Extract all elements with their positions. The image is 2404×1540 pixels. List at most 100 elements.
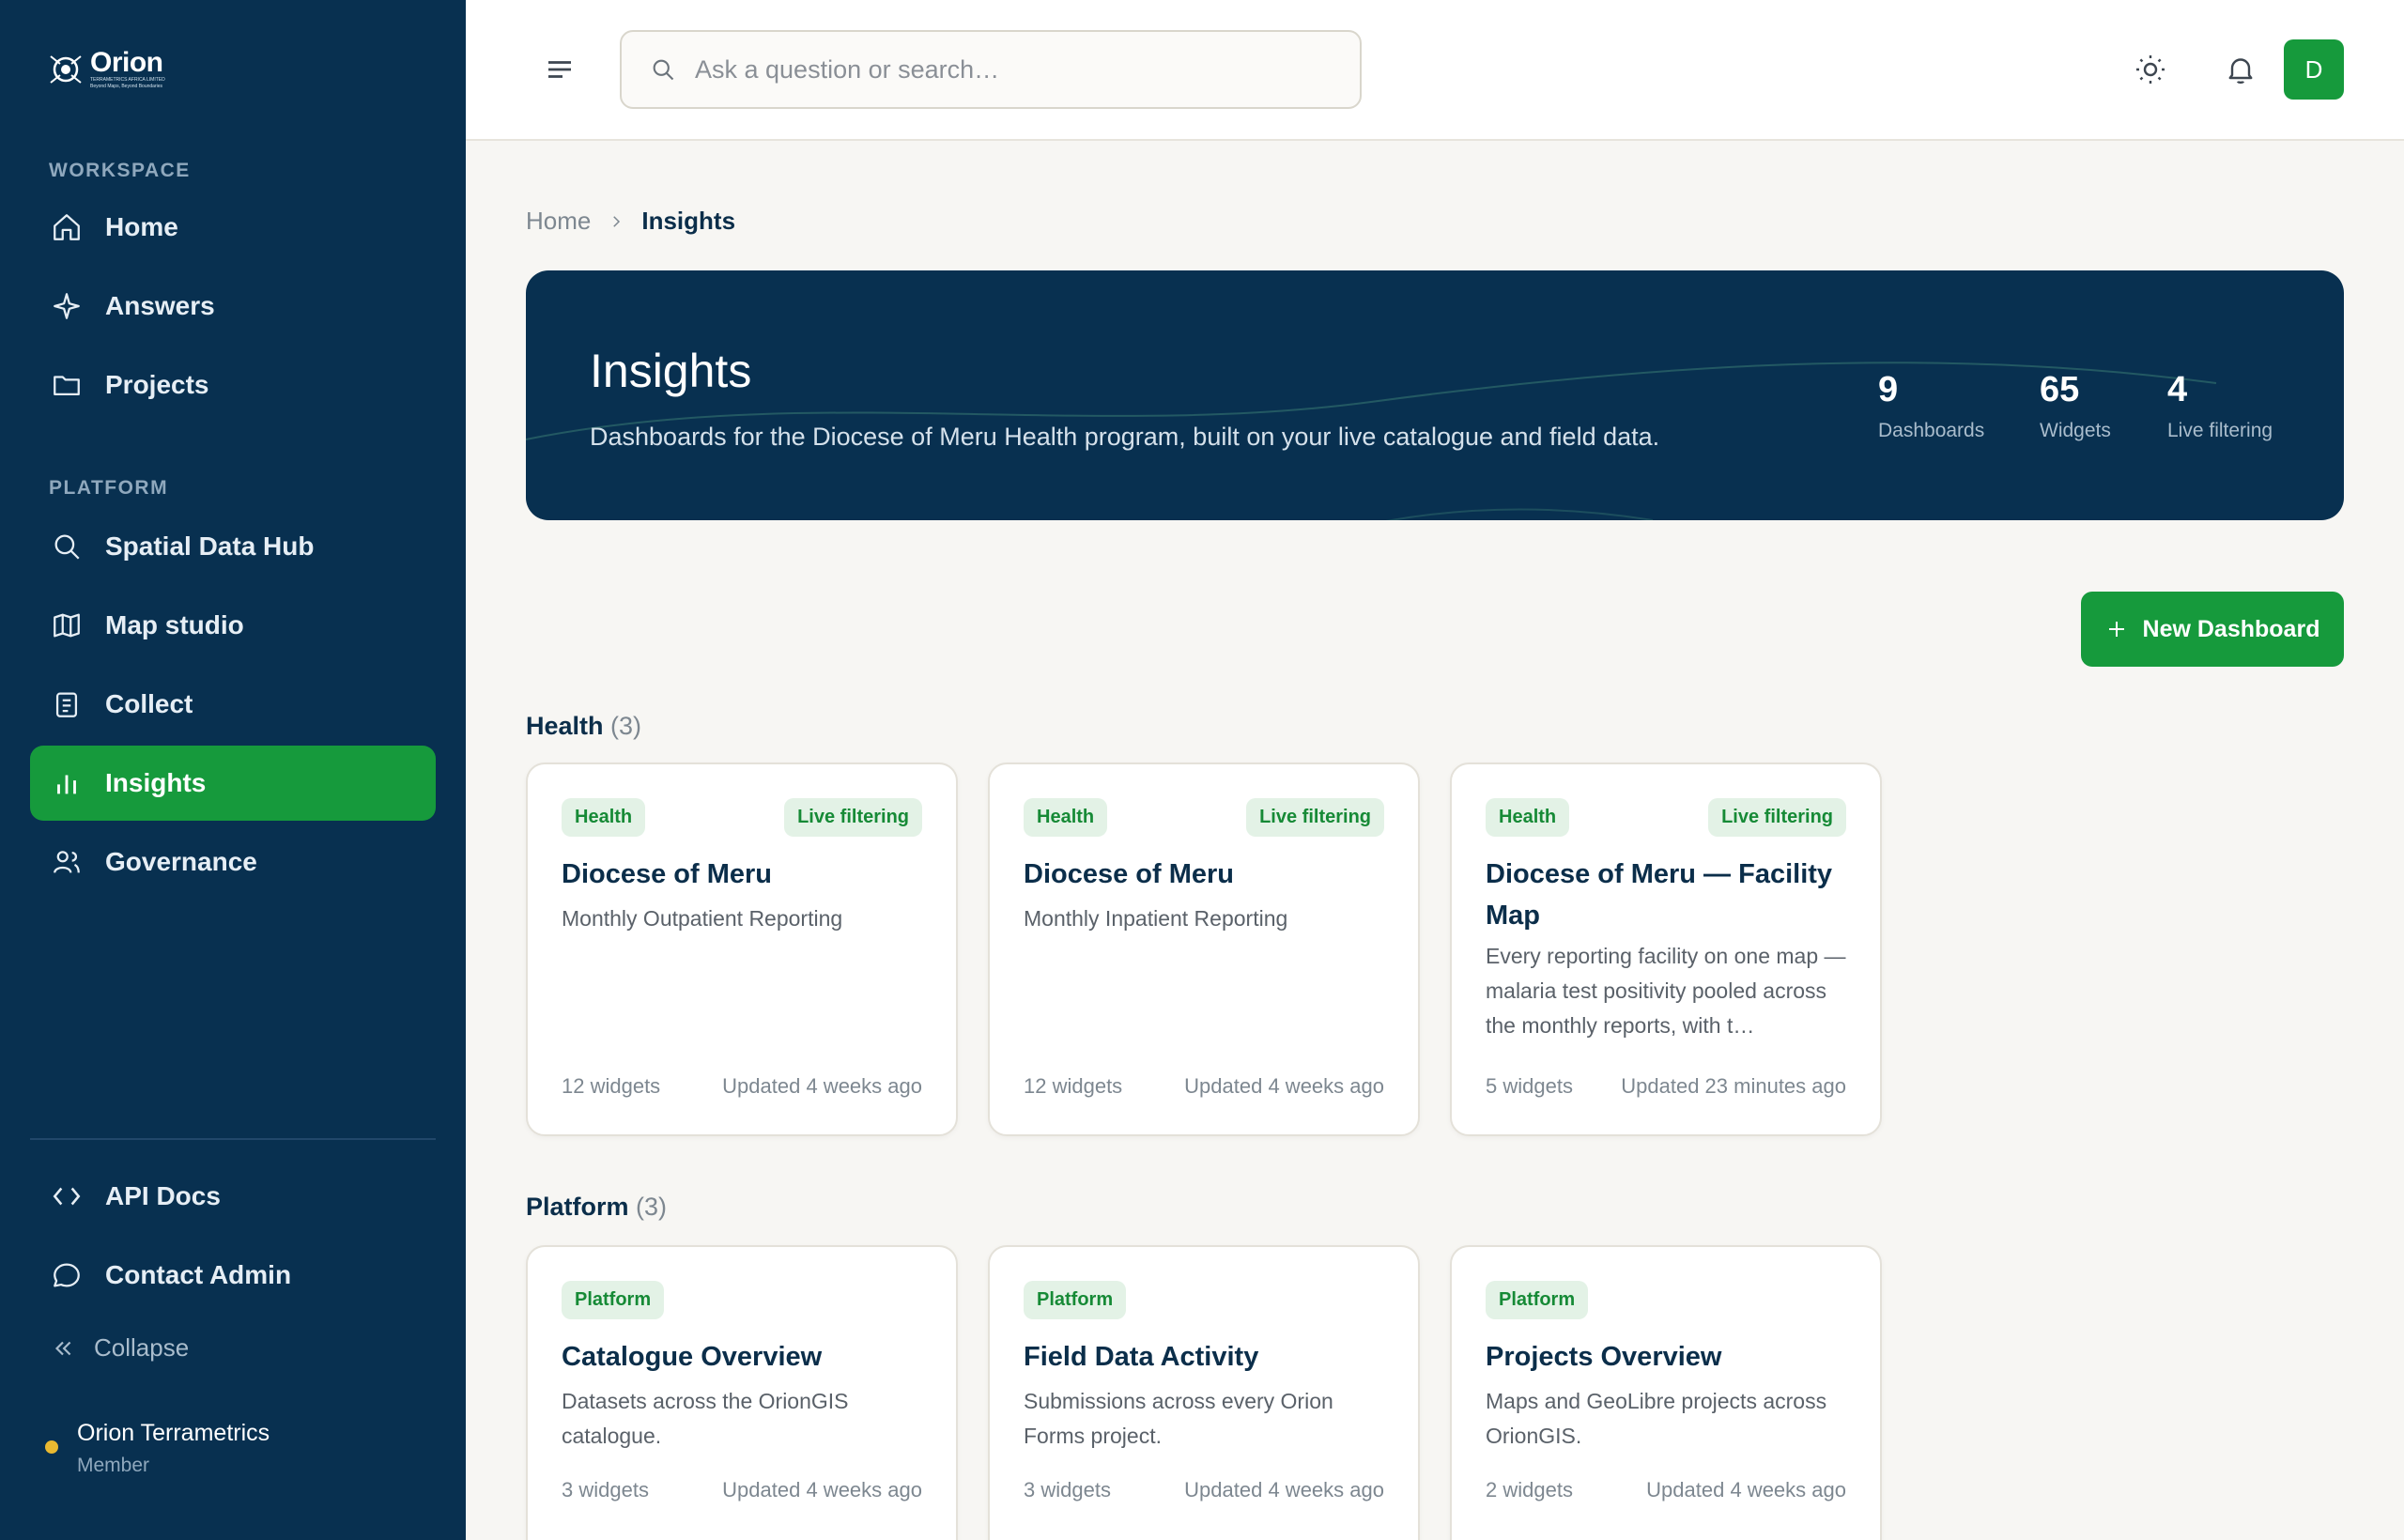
search-input[interactable]	[695, 54, 1296, 85]
sidebar-item-spatial-data-hub[interactable]: Spatial Data Hub	[30, 509, 436, 584]
widget-count: 3 widgets	[1024, 1478, 1111, 1502]
card-title: Projects Overview	[1486, 1342, 1722, 1372]
sidebar-item-home[interactable]: Home	[30, 190, 436, 265]
card-title: Field Data Activity	[1024, 1342, 1259, 1372]
updated-time: Updated 4 weeks ago	[1184, 1478, 1384, 1502]
sidebar-item-label: Home	[105, 212, 178, 241]
live-filtering-badge: Live filtering	[1708, 798, 1846, 837]
page-subtitle: Dashboards for the Diocese of Meru Healt…	[590, 423, 1660, 451]
updated-time: Updated 23 minutes ago	[1621, 1074, 1846, 1098]
dashboard-card[interactable]: Health Live filtering Diocese of Meru Mo…	[526, 762, 958, 1136]
group-name: Platform	[526, 1193, 629, 1221]
brand-logo[interactable]: Orion TERRAMETRICS AFRICA LIMITED Beyond…	[47, 49, 165, 89]
insights-hero-banner: Insights Dashboards for the Diocese of M…	[526, 270, 2344, 520]
sidebar-item-contact-admin[interactable]: Contact Admin	[30, 1238, 436, 1313]
widget-count: 5 widgets	[1486, 1074, 1573, 1098]
plus-icon	[2108, 622, 2124, 637]
menu-icon[interactable]	[543, 53, 577, 86]
group-count: (3)	[636, 1193, 668, 1221]
chevron-right-icon	[613, 215, 621, 227]
sidebar-item-map-studio[interactable]: Map studio	[30, 588, 436, 663]
category-badge: Platform	[562, 1281, 665, 1319]
new-dashboard-button[interactable]: New Dashboard	[2081, 592, 2344, 667]
user-status-dot	[45, 1440, 58, 1454]
bell-icon[interactable]	[2224, 53, 2258, 86]
sidebar-item-api-docs[interactable]: API Docs	[30, 1159, 436, 1234]
sidebar-item-collect[interactable]: Collect	[30, 667, 436, 742]
brand-slogan: Beyond Maps, Beyond Boundaries	[90, 83, 162, 89]
stat-live-filtering: 4 Live filtering	[2167, 370, 2273, 442]
card-title: Catalogue Overview	[562, 1342, 823, 1372]
updated-time: Updated 4 weeks ago	[722, 1074, 922, 1098]
clipboard-icon	[55, 692, 78, 717]
widget-count: 12 widgets	[1024, 1074, 1123, 1098]
card-title: Diocese of Meru	[562, 859, 772, 889]
sun-icon[interactable]	[2134, 53, 2167, 86]
sidebar: Orion TERRAMETRICS AFRICA LIMITED Beyond…	[0, 0, 466, 1540]
dashboard-card[interactable]: Health Live filtering Diocese of Meru — …	[1450, 762, 1882, 1136]
sidebar-item-governance[interactable]: Governance	[30, 824, 436, 900]
breadcrumb-home[interactable]: Home	[526, 207, 591, 236]
sidebar-item-projects[interactable]: Projects	[30, 347, 436, 423]
sidebar-item-label: Contact Admin	[105, 1260, 292, 1289]
card-description: Maps and GeoLibre projects across OrionG…	[1486, 1389, 1827, 1448]
live-filtering-badge: Live filtering	[1246, 798, 1384, 837]
chevrons-left-icon	[54, 1341, 71, 1355]
home-icon	[54, 214, 80, 240]
user-profile[interactable]: Orion Terrametrics Member	[45, 1418, 270, 1477]
sparkle-icon	[54, 293, 80, 319]
collapse-label: Collapse	[94, 1333, 190, 1362]
platform-section-label: PLATFORM	[49, 477, 169, 499]
group-title-health: Health (3)	[526, 712, 641, 741]
sidebar-item-insights[interactable]: Insights	[30, 746, 436, 821]
map-icon	[54, 613, 80, 638]
search-icon	[54, 534, 80, 560]
sidebar-item-label: Map studio	[105, 610, 244, 639]
sidebar-item-label: Collect	[105, 689, 193, 718]
stat-value: 4	[2167, 370, 2188, 409]
dashboard-card[interactable]: Platform Catalogue Overview Datasets acr…	[526, 1245, 958, 1540]
category-badge: Platform	[1486, 1281, 1589, 1319]
sidebar-item-label: Insights	[105, 768, 207, 797]
dashboard-card[interactable]: Platform Projects Overview Maps and GeoL…	[1450, 1245, 1882, 1540]
group-name: Health	[526, 712, 604, 740]
stat-widgets: 65 Widgets	[2040, 370, 2111, 442]
search-bar[interactable]	[620, 30, 1362, 109]
card-description: Every reporting facility on one map — ma…	[1486, 944, 1846, 1038]
stat-value: 65	[2040, 370, 2080, 409]
users-icon	[54, 851, 80, 873]
widget-count: 2 widgets	[1486, 1478, 1573, 1502]
breadcrumb: Home Insights	[526, 207, 735, 236]
stat-label: Live filtering	[2167, 420, 2273, 441]
avatar[interactable]: D	[2284, 39, 2344, 100]
user-name: Orion Terrametrics	[77, 1420, 270, 1446]
group-title-platform: Platform (3)	[526, 1193, 667, 1222]
sidebar-divider	[30, 1138, 436, 1140]
bar-chart-icon	[57, 775, 76, 794]
breadcrumb-current: Insights	[641, 207, 736, 235]
brand-name: Orion	[90, 47, 163, 78]
sidebar-item-label: Governance	[105, 847, 257, 876]
top-bar: D	[466, 0, 2404, 141]
new-dashboard-label: New Dashboard	[2142, 615, 2320, 642]
updated-time: Updated 4 weeks ago	[1646, 1478, 1846, 1502]
card-description: Monthly Inpatient Reporting	[1024, 906, 1288, 931]
card-description: Monthly Outpatient Reporting	[562, 906, 843, 931]
dashboard-card[interactable]: Health Live filtering Diocese of Meru Mo…	[988, 762, 1420, 1136]
card-title: Diocese of Meru — Facility Map	[1486, 859, 1833, 931]
sidebar-item-label: API Docs	[105, 1181, 221, 1210]
group-count: (3)	[610, 712, 642, 740]
orion-logo-icon	[50, 54, 82, 84]
search-icon	[653, 59, 674, 81]
collapse-button[interactable]: Collapse	[51, 1333, 189, 1363]
sidebar-item-label: Answers	[105, 291, 215, 320]
stat-value: 9	[1878, 370, 1899, 409]
sidebar-item-answers[interactable]: Answers	[30, 269, 436, 344]
widget-count: 3 widgets	[562, 1478, 649, 1502]
category-badge: Health	[562, 798, 646, 837]
workspace-section-label: WORKSPACE	[49, 160, 191, 181]
card-description: Datasets across the OrionGIS catalogue.	[562, 1389, 849, 1448]
card-description: Submissions across every Orion Forms pro…	[1024, 1389, 1333, 1448]
dashboard-card[interactable]: Platform Field Data Activity Submissions…	[988, 1245, 1420, 1540]
updated-time: Updated 4 weeks ago	[722, 1478, 922, 1502]
